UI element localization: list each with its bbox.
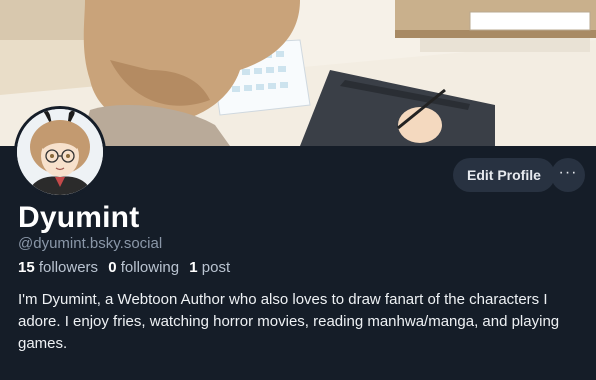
profile-avatar[interactable] — [14, 106, 106, 198]
followers-link[interactable]: 15 followers — [18, 259, 98, 276]
posts-count: 1 — [189, 259, 198, 276]
following-link[interactable]: 0 following — [108, 259, 179, 276]
profile-bio: I'm Dyumint, a Webtoon Author who also l… — [18, 291, 560, 352]
profile-stats: 15 followers 0 following 1 post — [18, 259, 236, 276]
ellipsis-icon: ··· — [558, 164, 578, 181]
following-label: following — [120, 259, 180, 276]
avatar-illustration — [17, 109, 103, 195]
display-name: Dyumint — [18, 201, 140, 234]
followers-count: 15 — [18, 259, 35, 276]
followers-label: followers — [38, 259, 99, 276]
profile-handle: @dyumint.bsky.social — [18, 235, 163, 252]
following-count: 0 — [108, 259, 117, 276]
posts-stat: 1 post — [189, 259, 230, 276]
edit-profile-button[interactable]: Edit Profile — [453, 158, 555, 192]
posts-label: post — [201, 259, 231, 276]
more-options-button[interactable]: ··· — [551, 158, 585, 192]
